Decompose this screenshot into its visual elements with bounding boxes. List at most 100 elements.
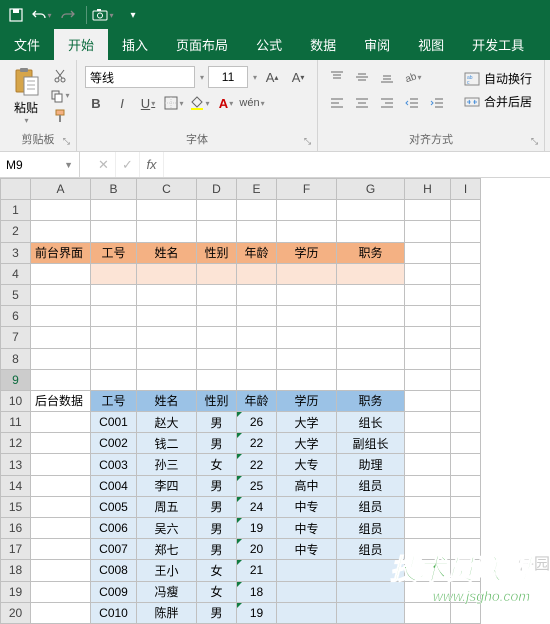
row-header[interactable]: 13: [1, 454, 31, 475]
row-header[interactable]: 10: [1, 390, 31, 411]
row-header[interactable]: 7: [1, 327, 31, 348]
chevron-down-icon[interactable]: ▾: [200, 73, 204, 82]
font-launcher-icon[interactable]: ⤡: [304, 136, 311, 147]
col-header[interactable]: G: [337, 179, 405, 200]
cut-button[interactable]: [50, 67, 70, 85]
font-label: 字体⤡: [83, 129, 311, 149]
row-header[interactable]: 16: [1, 518, 31, 539]
align-bottom-button[interactable]: [376, 66, 398, 88]
align-right-button[interactable]: [376, 92, 398, 114]
col-header[interactable]: H: [405, 179, 451, 200]
col-header[interactable]: A: [31, 179, 91, 200]
col-header[interactable]: F: [277, 179, 337, 200]
merge-icon: [464, 95, 480, 109]
formula-bar: M9▼ ✕ ✓ fx: [0, 152, 550, 178]
tab-formulas[interactable]: 公式: [242, 29, 296, 60]
paste-button[interactable]: 粘贴 ▾: [6, 65, 46, 127]
ribbon: 粘贴 ▾ ▾ 剪贴板⤡ ▾ ▾ A▴ A▾ B I: [0, 60, 550, 152]
undo-icon[interactable]: ▾: [30, 3, 54, 27]
wrap-icon: abc: [464, 72, 480, 86]
paste-label: 粘贴: [14, 99, 38, 116]
align-left-button[interactable]: [326, 92, 348, 114]
decrease-font-button[interactable]: A▾: [287, 66, 309, 88]
enter-formula-icon[interactable]: ✓: [116, 152, 140, 177]
copy-button[interactable]: ▾: [50, 87, 70, 105]
spreadsheet-grid[interactable]: A B C D E F G H I 1 2 3前台界面工号姓名性别年龄学历职务 …: [0, 178, 550, 624]
font-color-button[interactable]: A▾: [215, 92, 237, 114]
tab-view[interactable]: 视图: [404, 29, 458, 60]
chevron-down-icon[interactable]: ▾: [253, 73, 257, 82]
tab-review[interactable]: 审阅: [350, 29, 404, 60]
watermark-side: 件园: [518, 550, 550, 574]
col-header[interactable]: I: [451, 179, 481, 200]
row-header[interactable]: 1: [1, 200, 31, 221]
align-center-button[interactable]: [351, 92, 373, 114]
increase-font-button[interactable]: A▴: [261, 66, 283, 88]
align-middle-button[interactable]: [351, 66, 373, 88]
bold-button[interactable]: B: [85, 92, 107, 114]
italic-button[interactable]: I: [111, 92, 133, 114]
tab-data[interactable]: 数据: [296, 29, 350, 60]
border-button[interactable]: ▾: [163, 92, 185, 114]
font-size-select[interactable]: [208, 66, 248, 88]
ribbon-tabs: 文件 开始 插入 页面布局 公式 数据 审阅 视图 开发工具: [0, 30, 550, 60]
tab-insert[interactable]: 插入: [108, 29, 162, 60]
row-header[interactable]: 19: [1, 581, 31, 602]
increase-indent-button[interactable]: [426, 92, 448, 114]
cancel-formula-icon[interactable]: ✕: [92, 152, 116, 177]
wrap-text-button[interactable]: abc自动换行: [458, 68, 538, 89]
row-header[interactable]: 20: [1, 602, 31, 623]
row-header[interactable]: 3: [1, 242, 31, 263]
merge-center-button[interactable]: 合并后居: [458, 91, 538, 112]
row-header[interactable]: 17: [1, 539, 31, 560]
paste-icon: [12, 67, 40, 97]
row-header[interactable]: 6: [1, 306, 31, 327]
alignment-launcher-icon[interactable]: ⤡: [531, 136, 538, 147]
quick-access-toolbar: ▾ ▾ ▾: [0, 0, 550, 30]
name-box[interactable]: M9▼: [0, 152, 80, 177]
decrease-indent-button[interactable]: [401, 92, 423, 114]
redo-icon[interactable]: [56, 3, 80, 27]
col-header[interactable]: D: [197, 179, 237, 200]
tab-file[interactable]: 文件: [0, 29, 54, 60]
chevron-down-icon: ▾: [24, 116, 28, 125]
alignment-group: ab▾ abc自动换行 合并后居 对齐方式⤡: [318, 60, 545, 151]
formula-input[interactable]: [164, 152, 550, 177]
svg-text:ab: ab: [403, 71, 416, 84]
select-all-corner[interactable]: [1, 179, 31, 200]
tab-home[interactable]: 开始: [54, 29, 108, 60]
tab-layout[interactable]: 页面布局: [162, 29, 242, 60]
col-header[interactable]: E: [237, 179, 277, 200]
fx-icon[interactable]: fx: [140, 152, 164, 177]
orientation-button[interactable]: ab▾: [401, 66, 423, 88]
section-label[interactable]: 后台数据: [31, 390, 91, 411]
clipboard-group: 粘贴 ▾ ▾ 剪贴板⤡: [0, 60, 77, 151]
col-header[interactable]: C: [137, 179, 197, 200]
row-header[interactable]: 12: [1, 433, 31, 454]
row-header[interactable]: 4: [1, 263, 31, 284]
row-header[interactable]: 11: [1, 412, 31, 433]
col-header[interactable]: B: [91, 179, 137, 200]
alignment-label: 对齐方式⤡: [324, 129, 538, 149]
tab-developer[interactable]: 开发工具: [458, 29, 538, 60]
row-header[interactable]: 5: [1, 284, 31, 305]
row-header[interactable]: 9: [1, 369, 31, 390]
camera-icon[interactable]: ▾: [91, 3, 115, 27]
row-header[interactable]: 18: [1, 560, 31, 581]
format-painter-button[interactable]: [50, 107, 70, 125]
section-label[interactable]: 前台界面: [31, 242, 91, 263]
row-header[interactable]: 2: [1, 221, 31, 242]
phonetic-button[interactable]: wén▾: [241, 92, 263, 114]
save-icon[interactable]: [4, 3, 28, 27]
chevron-down-icon[interactable]: ▼: [64, 160, 73, 170]
row-header[interactable]: 14: [1, 475, 31, 496]
row-header[interactable]: 8: [1, 348, 31, 369]
align-top-button[interactable]: [326, 66, 348, 88]
clipboard-launcher-icon[interactable]: ⤡: [63, 136, 70, 147]
qat-customize-icon[interactable]: ▾: [121, 3, 145, 27]
qat-separator: [86, 6, 87, 24]
underline-button[interactable]: U▾: [137, 92, 159, 114]
font-name-select[interactable]: [85, 66, 195, 88]
fill-color-button[interactable]: ▾: [189, 92, 211, 114]
row-header[interactable]: 15: [1, 496, 31, 517]
